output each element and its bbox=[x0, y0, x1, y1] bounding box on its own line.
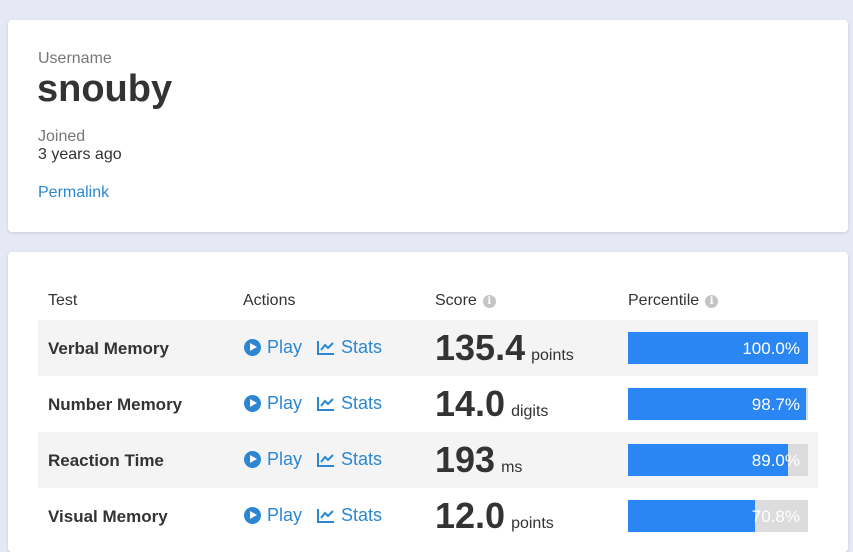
stats-label: Stats bbox=[341, 449, 383, 469]
score: 12.0 points bbox=[435, 495, 554, 537]
test-name: Number Memory bbox=[48, 395, 183, 414]
joined-label: Joined bbox=[38, 128, 86, 145]
score-value: 135.4 bbox=[435, 327, 526, 368]
header-percentile-label: Percentile bbox=[628, 292, 700, 309]
percentile-bar-fill bbox=[628, 500, 756, 532]
play-button[interactable]: Play bbox=[244, 505, 302, 526]
score: 135.4 points bbox=[435, 327, 574, 369]
info-icon[interactable]: i bbox=[482, 294, 496, 308]
joined-value: 3 years ago bbox=[38, 146, 122, 163]
play-label: Play bbox=[267, 505, 303, 525]
play-icon bbox=[244, 395, 261, 412]
header-score: Score i bbox=[435, 292, 496, 310]
chart-icon bbox=[317, 509, 334, 523]
chart-icon bbox=[317, 341, 334, 355]
header-actions: Actions bbox=[243, 292, 296, 309]
stats-label: Stats bbox=[341, 393, 383, 413]
score-value: 14.0 bbox=[435, 383, 506, 424]
percentile-bar: 100.0% bbox=[628, 332, 808, 364]
play-button[interactable]: Play bbox=[244, 337, 302, 358]
stats-button[interactable]: Stats bbox=[317, 393, 382, 414]
score-unit: points bbox=[531, 347, 574, 364]
permalink-link[interactable]: Permalink bbox=[38, 184, 109, 202]
header-score-label: Score bbox=[435, 292, 477, 309]
percentile-value: 98.7% bbox=[751, 395, 800, 414]
username: snouby bbox=[37, 68, 173, 110]
stats-button[interactable]: Stats bbox=[317, 505, 382, 526]
table-row: Reaction Time Play Stats 193 ms 89.0% bbox=[38, 432, 818, 488]
percentile-value: 70.8% bbox=[751, 507, 800, 526]
stats-button[interactable]: Stats bbox=[317, 449, 382, 470]
play-icon bbox=[244, 339, 261, 356]
table-row: Number Memory Play Stats 14.0 digits 98.… bbox=[38, 376, 818, 432]
percentile-bar: 70.8% bbox=[628, 500, 808, 532]
score-unit: digits bbox=[511, 403, 549, 420]
table-row: Verbal Memory Play Stats 135.4 points 10… bbox=[38, 320, 818, 376]
play-label: Play bbox=[267, 337, 303, 357]
stats-label: Stats bbox=[341, 337, 383, 357]
table-row: Visual Memory Play Stats 12.0 points 70.… bbox=[38, 488, 818, 544]
score-value: 12.0 bbox=[435, 495, 506, 536]
score-unit: points bbox=[511, 515, 554, 532]
stats-button[interactable]: Stats bbox=[317, 337, 382, 358]
stats-label: Stats bbox=[341, 505, 383, 525]
percentile-value: 100.0% bbox=[742, 339, 800, 358]
percentile-value: 89.0% bbox=[751, 451, 800, 470]
percentile-bar: 89.0% bbox=[628, 444, 808, 476]
scores-card: Test Actions Score i Percentile i Verbal… bbox=[8, 252, 848, 552]
play-label: Play bbox=[267, 449, 303, 469]
chart-icon bbox=[317, 453, 334, 467]
play-button[interactable]: Play bbox=[244, 393, 302, 414]
percentile-bar: 98.7% bbox=[628, 388, 808, 420]
score: 193 ms bbox=[435, 439, 522, 481]
test-name: Reaction Time bbox=[48, 451, 164, 470]
score-value: 193 bbox=[435, 439, 496, 480]
play-icon bbox=[244, 507, 261, 524]
play-button[interactable]: Play bbox=[244, 449, 302, 470]
test-name: Visual Memory bbox=[48, 507, 168, 526]
header-percentile: Percentile i bbox=[628, 292, 719, 310]
test-name: Verbal Memory bbox=[48, 339, 169, 358]
profile-card: Username snouby Joined 3 years ago Perma… bbox=[8, 20, 848, 232]
username-label: Username bbox=[38, 50, 112, 67]
score: 14.0 digits bbox=[435, 383, 548, 425]
info-icon[interactable]: i bbox=[705, 294, 719, 308]
score-unit: ms bbox=[501, 459, 523, 476]
header-test: Test bbox=[48, 292, 78, 309]
play-label: Play bbox=[267, 393, 303, 413]
play-icon bbox=[244, 451, 261, 468]
chart-icon bbox=[317, 397, 334, 411]
